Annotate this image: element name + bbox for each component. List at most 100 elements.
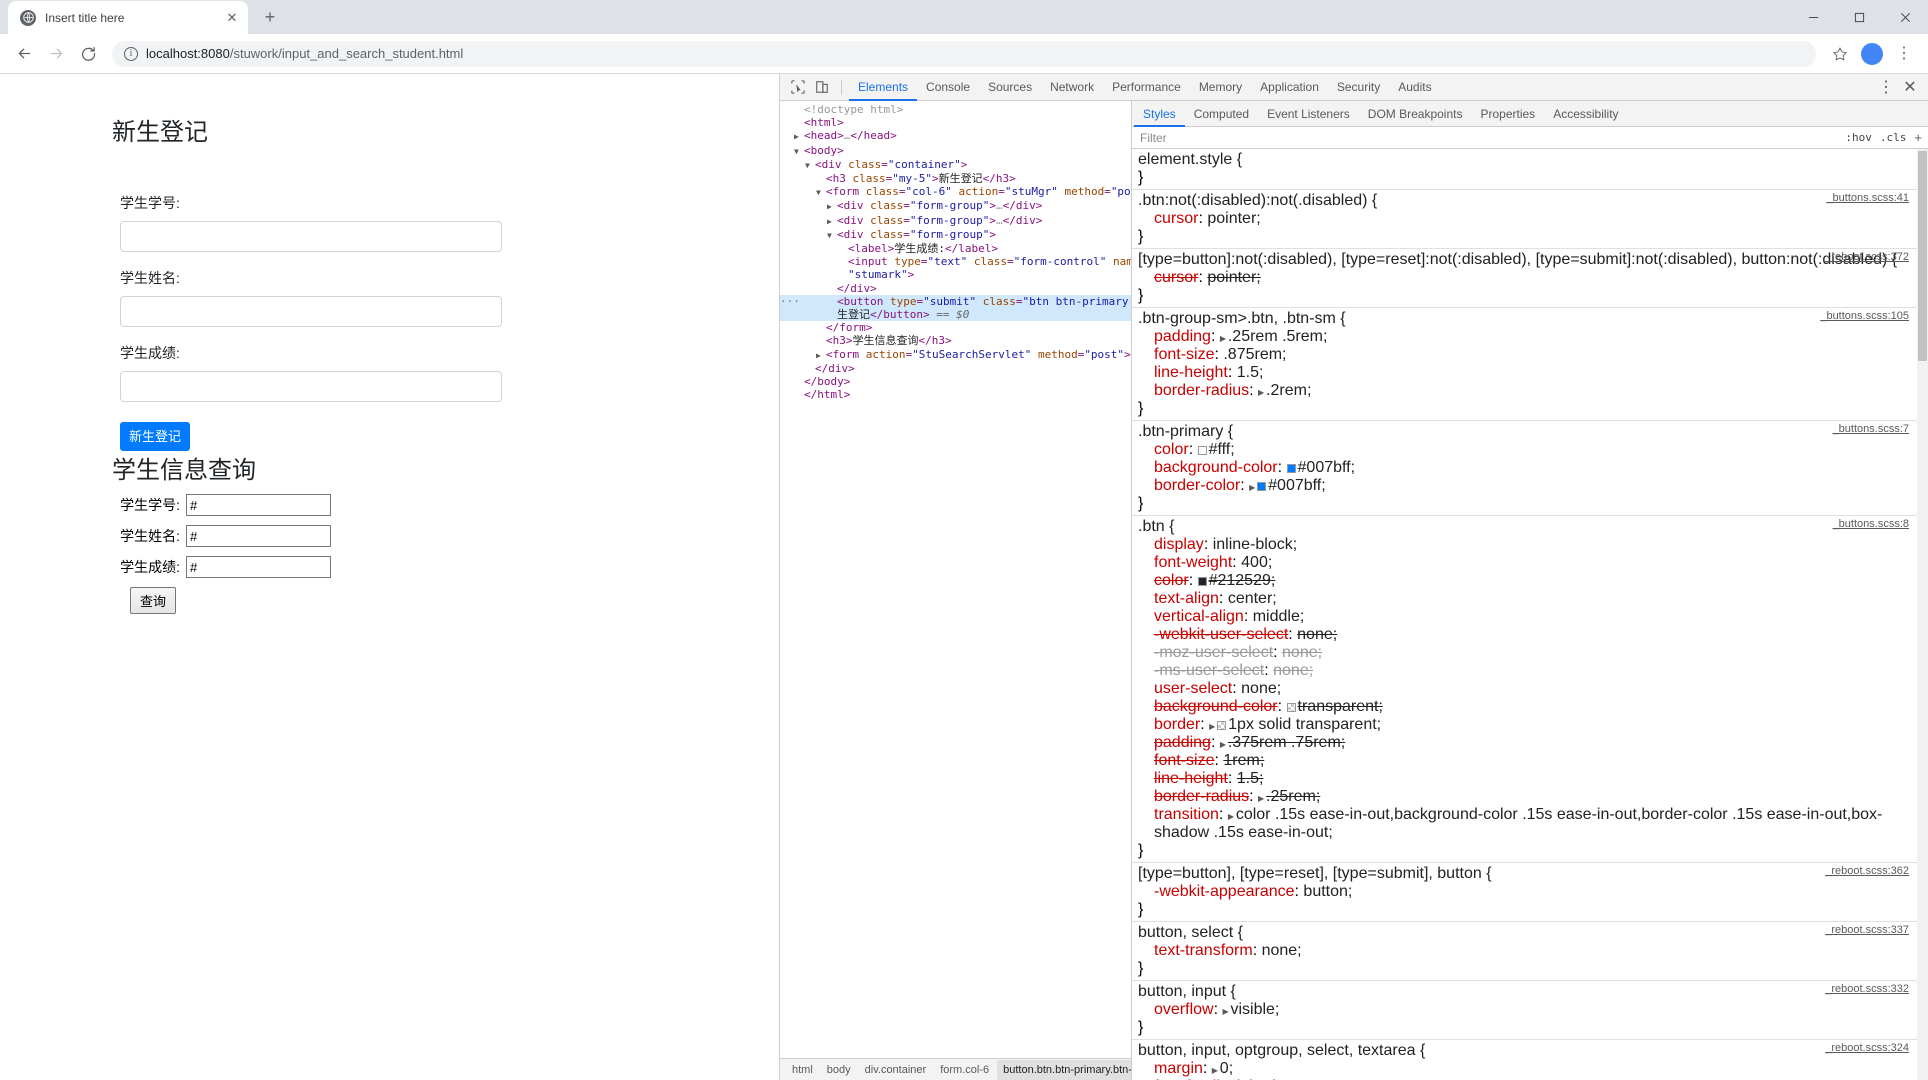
style-rule-origin-link[interactable]: _reboot.scss:362 bbox=[1825, 865, 1909, 877]
css-declaration[interactable]: border-color: ▶ #007bff; bbox=[1132, 477, 1917, 495]
css-property-value[interactable]: .875rem; bbox=[1223, 346, 1286, 363]
css-property-value[interactable]: none; bbox=[1262, 942, 1302, 959]
dom-node-line[interactable]: ··· <button type="submit" class="btn btn-… bbox=[780, 294, 1131, 309]
css-property-value[interactable]: none; bbox=[1273, 662, 1313, 679]
browser-menu-button[interactable]: ⋮ bbox=[1890, 40, 1918, 68]
css-property-name[interactable]: padding bbox=[1154, 328, 1211, 345]
css-property-value[interactable]: transparent; bbox=[1298, 698, 1383, 715]
devtools-tab-security[interactable]: Security bbox=[1328, 74, 1389, 101]
css-declaration[interactable]: cursor: pointer; bbox=[1132, 210, 1917, 228]
input-stuname[interactable] bbox=[120, 295, 502, 327]
search-input-stumark[interactable] bbox=[186, 556, 331, 579]
css-declaration[interactable]: font-size: .875rem; bbox=[1132, 346, 1917, 364]
dom-node-line[interactable]: ▶ <div class="form-group">…</div> bbox=[780, 199, 1131, 213]
css-property-value[interactable]: center; bbox=[1228, 590, 1277, 607]
styles-tab-styles[interactable]: Styles bbox=[1134, 101, 1185, 127]
css-declaration[interactable]: overflow: ▶ visible; bbox=[1132, 1001, 1917, 1019]
styles-tab-computed[interactable]: Computed bbox=[1185, 101, 1258, 127]
css-property-value[interactable]: none; bbox=[1241, 680, 1281, 697]
color-swatch[interactable] bbox=[1197, 577, 1207, 586]
style-rule-selector[interactable]: .btn-group-sm>.btn, .btn-sm { bbox=[1138, 310, 1346, 327]
expand-triangle-closed-icon[interactable]: ▶ bbox=[1209, 722, 1217, 731]
css-property-value[interactable]: none; bbox=[1282, 644, 1322, 661]
css-property-name[interactable]: font-size bbox=[1154, 752, 1214, 769]
css-property-name[interactable]: padding bbox=[1154, 734, 1211, 751]
css-property-name[interactable]: border-color bbox=[1154, 477, 1240, 494]
expand-triangle-closed-icon[interactable]: ▶ bbox=[1258, 388, 1266, 397]
css-property-name[interactable]: border-radius bbox=[1154, 382, 1249, 399]
css-property-name[interactable]: cursor bbox=[1154, 269, 1198, 286]
style-rule-selector[interactable]: [type=button], [type=reset], [type=submi… bbox=[1138, 865, 1492, 882]
color-swatch[interactable] bbox=[1286, 464, 1296, 473]
bookmark-star-icon[interactable] bbox=[1826, 40, 1854, 68]
css-property-value[interactable]: .25rem .5rem; bbox=[1228, 328, 1328, 345]
breadcrumb-item[interactable]: button.btn.btn-primary.btn-sm bbox=[997, 1059, 1131, 1080]
expand-triangle-open-icon[interactable]: ▼ bbox=[805, 159, 815, 172]
color-swatch[interactable] bbox=[1257, 482, 1267, 491]
style-rule-origin-link[interactable]: _buttons.scss:8 bbox=[1833, 518, 1909, 530]
styles-tab-properties[interactable]: Properties bbox=[1471, 101, 1544, 127]
css-property-value[interactable]: #007bff; bbox=[1268, 477, 1326, 494]
css-property-value[interactable]: color .15s ease-in-out,background-color … bbox=[1154, 806, 1882, 841]
style-rule-selector[interactable]: element.style { bbox=[1138, 151, 1242, 168]
css-property-name[interactable]: vertical-align bbox=[1154, 608, 1244, 625]
css-property-name[interactable]: cursor bbox=[1154, 210, 1198, 227]
dom-node-line[interactable]: ▼ <div class="container"> bbox=[780, 158, 1131, 172]
styles-tab-accessibility[interactable]: Accessibility bbox=[1544, 101, 1627, 127]
css-property-name[interactable]: text-align bbox=[1154, 590, 1219, 607]
style-rule-origin-link[interactable]: _buttons.scss:41 bbox=[1826, 192, 1909, 204]
css-property-name[interactable]: color bbox=[1154, 572, 1189, 589]
dom-node-line[interactable]: ▼ <form class="col-6" action="stuMgr" met… bbox=[780, 185, 1131, 199]
css-declaration[interactable]: vertical-align: middle; bbox=[1132, 608, 1917, 626]
dom-node-line[interactable]: </div> bbox=[780, 362, 1131, 375]
register-submit-button[interactable]: 新生登记 bbox=[120, 421, 191, 452]
maximize-button[interactable] bbox=[1836, 0, 1882, 34]
style-rule-selector[interactable]: .btn-primary { bbox=[1138, 423, 1233, 440]
css-property-name[interactable]: transition bbox=[1154, 806, 1219, 823]
style-rule-origin-link[interactable]: _reboot.scss:324 bbox=[1825, 1042, 1909, 1054]
css-property-name[interactable]: display bbox=[1154, 536, 1204, 553]
css-declaration[interactable]: padding: ▶ .25rem .5rem; bbox=[1132, 328, 1917, 346]
css-property-value[interactable]: pointer; bbox=[1207, 269, 1260, 286]
dom-node-line[interactable]: </body> bbox=[780, 375, 1131, 388]
expand-triangle-closed-icon[interactable]: ▶ bbox=[794, 130, 804, 143]
devtools-tab-audits[interactable]: Audits bbox=[1389, 74, 1440, 101]
reload-button[interactable] bbox=[74, 40, 102, 68]
css-property-value[interactable]: .25rem; bbox=[1266, 788, 1320, 805]
css-declaration[interactable]: margin: ▶ 0; bbox=[1132, 1060, 1917, 1078]
expand-triangle-closed-icon[interactable]: ▶ bbox=[1212, 1066, 1220, 1075]
css-property-name[interactable]: -webkit-user-select bbox=[1154, 626, 1288, 643]
css-property-value[interactable]: pointer; bbox=[1207, 210, 1260, 227]
breadcrumb-item[interactable]: form.col-6 bbox=[934, 1060, 995, 1080]
breadcrumb-item[interactable]: html bbox=[786, 1060, 819, 1080]
dom-node-line[interactable]: 生登记</button> == $0 bbox=[780, 308, 1131, 322]
css-property-value[interactable]: 1px solid transparent; bbox=[1228, 716, 1381, 733]
tab-close-icon[interactable]: ✕ bbox=[224, 10, 240, 26]
css-property-name[interactable]: margin bbox=[1154, 1060, 1203, 1077]
style-rule-selector[interactable]: .btn:not(:disabled):not(.disabled) { bbox=[1138, 192, 1377, 209]
css-property-value[interactable]: #007bff; bbox=[1298, 459, 1356, 476]
dom-node-line[interactable]: </div> bbox=[780, 282, 1131, 295]
css-declaration[interactable]: transition: ▶ color .15s ease-in-out,back… bbox=[1132, 806, 1917, 842]
input-stumark[interactable] bbox=[120, 370, 502, 402]
devtools-tab-sources[interactable]: Sources bbox=[979, 74, 1041, 101]
breadcrumb-item[interactable]: body bbox=[821, 1060, 857, 1080]
css-property-value[interactable]: 1.5; bbox=[1237, 364, 1264, 381]
css-property-value[interactable]: #212529; bbox=[1209, 572, 1276, 589]
devtools-tab-elements[interactable]: Elements bbox=[849, 74, 917, 101]
color-swatch[interactable] bbox=[1217, 721, 1227, 730]
css-declaration[interactable]: -webkit-user-select: none; bbox=[1132, 626, 1917, 644]
css-declaration[interactable]: -moz-user-select: none; bbox=[1132, 644, 1917, 662]
devtools-more-button[interactable]: ⋮ bbox=[1874, 75, 1898, 99]
css-property-value[interactable]: 0; bbox=[1220, 1060, 1233, 1077]
expand-triangle-closed-icon[interactable]: ▶ bbox=[1258, 794, 1266, 803]
style-rule-selector[interactable]: button, input { bbox=[1138, 983, 1236, 1000]
css-property-name[interactable]: text-transform bbox=[1154, 942, 1253, 959]
styles-tab-event-listeners[interactable]: Event Listeners bbox=[1258, 101, 1359, 127]
search-submit-button[interactable]: 查询 bbox=[130, 587, 177, 615]
dom-node-line[interactable]: <input type="text" class="form-control" … bbox=[780, 255, 1131, 268]
dom-node-line[interactable]: <label>学生成绩:</label> bbox=[780, 242, 1131, 255]
devtools-close-button[interactable]: ✕ bbox=[1898, 75, 1922, 99]
new-style-rule-button[interactable]: + bbox=[1914, 131, 1922, 144]
css-property-name[interactable]: font-weight bbox=[1154, 554, 1232, 571]
